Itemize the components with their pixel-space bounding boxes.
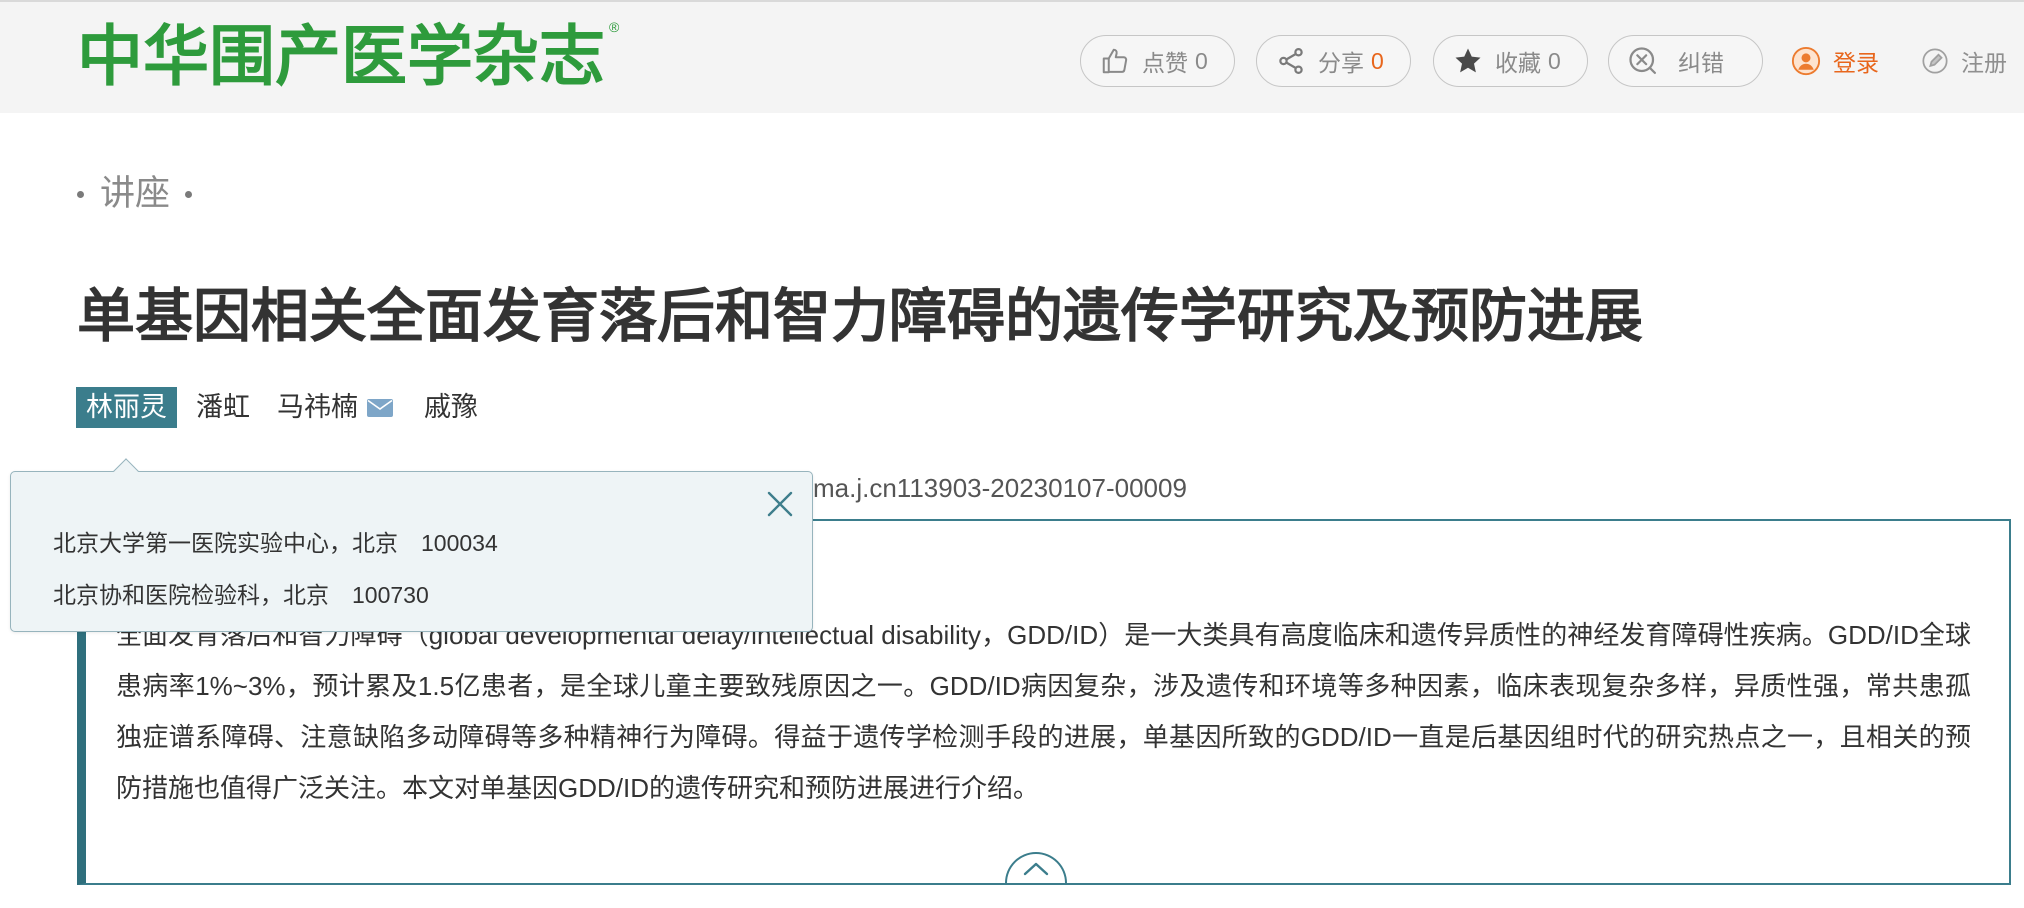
article-title: 单基因相关全面发育落后和智力障碍的遗传学研究及预防进展: [77, 284, 1644, 349]
author-corresponding[interactable]: 马祎楠: [277, 387, 358, 428]
section-label-text: 讲座: [100, 174, 171, 213]
bullet-dot: [185, 190, 193, 198]
section-label: 讲座: [77, 172, 193, 216]
favorite-label: 收藏: [1495, 50, 1541, 76]
thumbs-up-icon: [1102, 48, 1128, 74]
like-count: 0: [1195, 47, 1208, 74]
user-icon: [1791, 46, 1821, 76]
pencil-icon: [1922, 48, 1948, 74]
logo-text: 中华围产医学杂志: [77, 17, 605, 95]
report-error-button[interactable]: 纠错: [1608, 35, 1763, 87]
site-header: 中华围产医学杂志 ® 点赞 0 分享 0 收藏 0 纠错 登录 注册: [0, 0, 2024, 113]
registered-mark: ®: [609, 19, 620, 35]
favorite-count: 0: [1548, 47, 1561, 74]
report-error-label: 纠错: [1678, 50, 1724, 76]
affiliation-line: 北京协和医院检验科，北京 100730: [53, 582, 429, 608]
chevron-up-icon: [1023, 862, 1049, 876]
envelope-icon[interactable]: [366, 398, 394, 418]
share-button[interactable]: 分享 0: [1256, 35, 1411, 87]
bullet-dot: [77, 190, 84, 198]
journal-logo[interactable]: 中华围产医学杂志 ®: [77, 10, 619, 102]
like-label: 点赞: [1142, 50, 1188, 76]
doi-text[interactable]: ma.j.cn113903-20230107-00009: [813, 472, 1187, 504]
favorite-button[interactable]: 收藏 0: [1433, 35, 1588, 87]
author-selected[interactable]: 林丽灵: [76, 387, 177, 428]
author[interactable]: 潘虹: [196, 387, 250, 428]
affiliation-popup: 北京大学第一医院实验中心，北京 100034 北京协和医院检验科，北京 1007…: [10, 458, 813, 632]
author[interactable]: 戚豫: [424, 387, 478, 428]
author-list: 林丽灵 潘虹 马祎楠 戚豫: [76, 387, 478, 428]
share-label: 分享: [1318, 50, 1364, 76]
register-link[interactable]: 注册: [1921, 45, 2007, 77]
star-icon: [1455, 48, 1481, 73]
error-correction-icon: [1629, 47, 1656, 74]
popup-pointer: [113, 458, 139, 484]
close-icon[interactable]: [763, 487, 797, 521]
abstract-collapse-button[interactable]: [1005, 852, 1067, 883]
share-icon: [1279, 48, 1303, 74]
register-label: 注册: [1961, 50, 2007, 76]
abstract-text: 全面发育落后和智力障碍（global developmental delay/i…: [116, 620, 1971, 803]
login-label: 登录: [1833, 50, 1879, 76]
login-link[interactable]: 登录: [1791, 45, 1879, 77]
like-button[interactable]: 点赞 0: [1080, 35, 1235, 87]
share-count: 0: [1371, 47, 1384, 74]
affiliation-line: 北京大学第一医院实验中心，北京 100034: [53, 530, 498, 556]
